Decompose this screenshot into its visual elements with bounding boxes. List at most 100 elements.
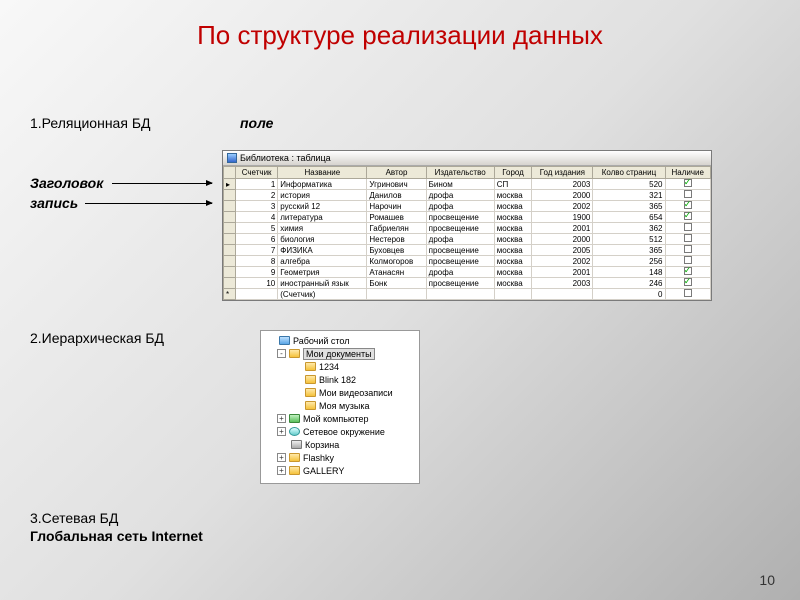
row-selector[interactable] (224, 212, 236, 223)
col-header: Название (278, 167, 367, 179)
table-row: 10иностранный языкБонкпросвещениемосква2… (224, 278, 711, 289)
table-row: 5химияГабриелянпросвещениемосква2001362 (224, 223, 711, 234)
table-row: 3русский 12Нарочиндрофамосква2002365 (224, 201, 711, 212)
folder-icon (289, 349, 300, 358)
cell: москва (494, 201, 532, 212)
tree-item[interactable]: +Сетевое окружение (261, 425, 419, 438)
arrow-record (85, 203, 212, 204)
cell: Колмогоров (367, 256, 426, 267)
folder-icon (289, 466, 300, 475)
row-selector[interactable] (224, 267, 236, 278)
cell: химия (278, 223, 367, 234)
cell: 4 (236, 212, 278, 223)
cell: москва (494, 212, 532, 223)
record-label: запись (30, 195, 78, 211)
expander-icon[interactable]: + (277, 414, 286, 423)
tree-item[interactable]: Моя музыка (261, 399, 419, 412)
row-selector[interactable] (224, 245, 236, 256)
row-selector[interactable] (224, 201, 236, 212)
cell: москва (494, 234, 532, 245)
network-label: 3.Сетевая БД (30, 510, 118, 526)
tree-item[interactable]: +GALLERY (261, 464, 419, 477)
checkbox-icon (684, 267, 692, 275)
cell: 8 (236, 256, 278, 267)
tree-label: Корзина (305, 440, 339, 450)
cell: алгебра (278, 256, 367, 267)
expander-icon[interactable]: + (277, 453, 286, 462)
tree-item[interactable]: Корзина (261, 438, 419, 451)
hierarchical-label: 2.Иерархическая БД (30, 330, 164, 346)
tree-label: Мои документы (303, 348, 375, 360)
cell: просвещение (426, 278, 494, 289)
cell: Угринович (367, 179, 426, 190)
tree-label: 1234 (319, 362, 339, 372)
cell: 2002 (532, 201, 593, 212)
expander-icon[interactable]: + (277, 427, 286, 436)
tree-item[interactable]: +Мой компьютер (261, 412, 419, 425)
tree-item[interactable]: 1234 (261, 360, 419, 373)
cell: 2003 (532, 278, 593, 289)
folder-icon (305, 388, 316, 397)
cell: просвещение (426, 256, 494, 267)
tree-window: Рабочий стол - Мои документы 1234Blink 182 М… (260, 330, 420, 484)
row-selector[interactable] (224, 190, 236, 201)
checkbox-icon (684, 245, 692, 253)
cell: 246 (593, 278, 665, 289)
table-icon (227, 153, 237, 163)
checkbox-icon (684, 256, 692, 264)
expander-icon[interactable]: + (277, 466, 286, 475)
avail-cell[interactable] (665, 179, 711, 190)
slide-title: По структуре реализации данных (0, 0, 800, 61)
avail-cell[interactable] (665, 234, 711, 245)
cell: москва (494, 267, 532, 278)
table-row: 9ГеометрияАтанасяндрофамосква2001148 (224, 267, 711, 278)
tree-item[interactable]: Рабочий стол (261, 334, 419, 347)
cell: 1900 (532, 212, 593, 223)
tree-label: Flashky (303, 453, 334, 463)
avail-cell[interactable] (665, 212, 711, 223)
tree-item[interactable]: Мои видеозаписи (261, 386, 419, 399)
tree-item[interactable]: Blink 182 (261, 373, 419, 386)
cell: Буховцев (367, 245, 426, 256)
tree-item[interactable]: + Flashky (261, 451, 419, 464)
cell: 3 (236, 201, 278, 212)
checkbox-icon (684, 234, 692, 242)
avail-cell[interactable] (665, 223, 711, 234)
cell: 321 (593, 190, 665, 201)
row-selector[interactable] (224, 234, 236, 245)
cell: история (278, 190, 367, 201)
table-row: 6биологияНестеровдрофамосква2000512 (224, 234, 711, 245)
avail-cell[interactable] (665, 278, 711, 289)
row-selector[interactable]: ▸ (224, 179, 236, 190)
checkbox-icon (684, 179, 692, 187)
cell: 1 (236, 179, 278, 190)
checkbox-icon (684, 278, 692, 286)
tree-label: Мои видеозаписи (319, 388, 393, 398)
table-row: *(Счетчик)0 (224, 289, 711, 300)
cell: Ромашев (367, 212, 426, 223)
col-header: Год издания (532, 167, 593, 179)
table-row: 4литератураРомашевпросвещениемосква19006… (224, 212, 711, 223)
cell: 654 (593, 212, 665, 223)
row-selector[interactable] (224, 278, 236, 289)
page-number: 10 (759, 572, 775, 588)
cell: 365 (593, 201, 665, 212)
cell: дрофа (426, 234, 494, 245)
avail-cell[interactable] (665, 245, 711, 256)
cell: Габриелян (367, 223, 426, 234)
row-selector[interactable] (224, 256, 236, 267)
expander-icon[interactable]: - (277, 349, 286, 358)
cell: дрофа (426, 190, 494, 201)
cell: 2003 (532, 179, 593, 190)
cell: москва (494, 278, 532, 289)
data-table: СчетчикНазваниеАвторИздательствоГородГод… (223, 166, 711, 300)
tree-item[interactable]: - Мои документы (261, 347, 419, 360)
cell: дрофа (426, 267, 494, 278)
cell: 2000 (532, 234, 593, 245)
cell: просвещение (426, 212, 494, 223)
row-selector[interactable] (224, 223, 236, 234)
table-row: 8алгебраКолмогоровпросвещениемосква20022… (224, 256, 711, 267)
cell: 2001 (532, 267, 593, 278)
cell: 2001 (532, 223, 593, 234)
folder-icon (291, 440, 302, 449)
